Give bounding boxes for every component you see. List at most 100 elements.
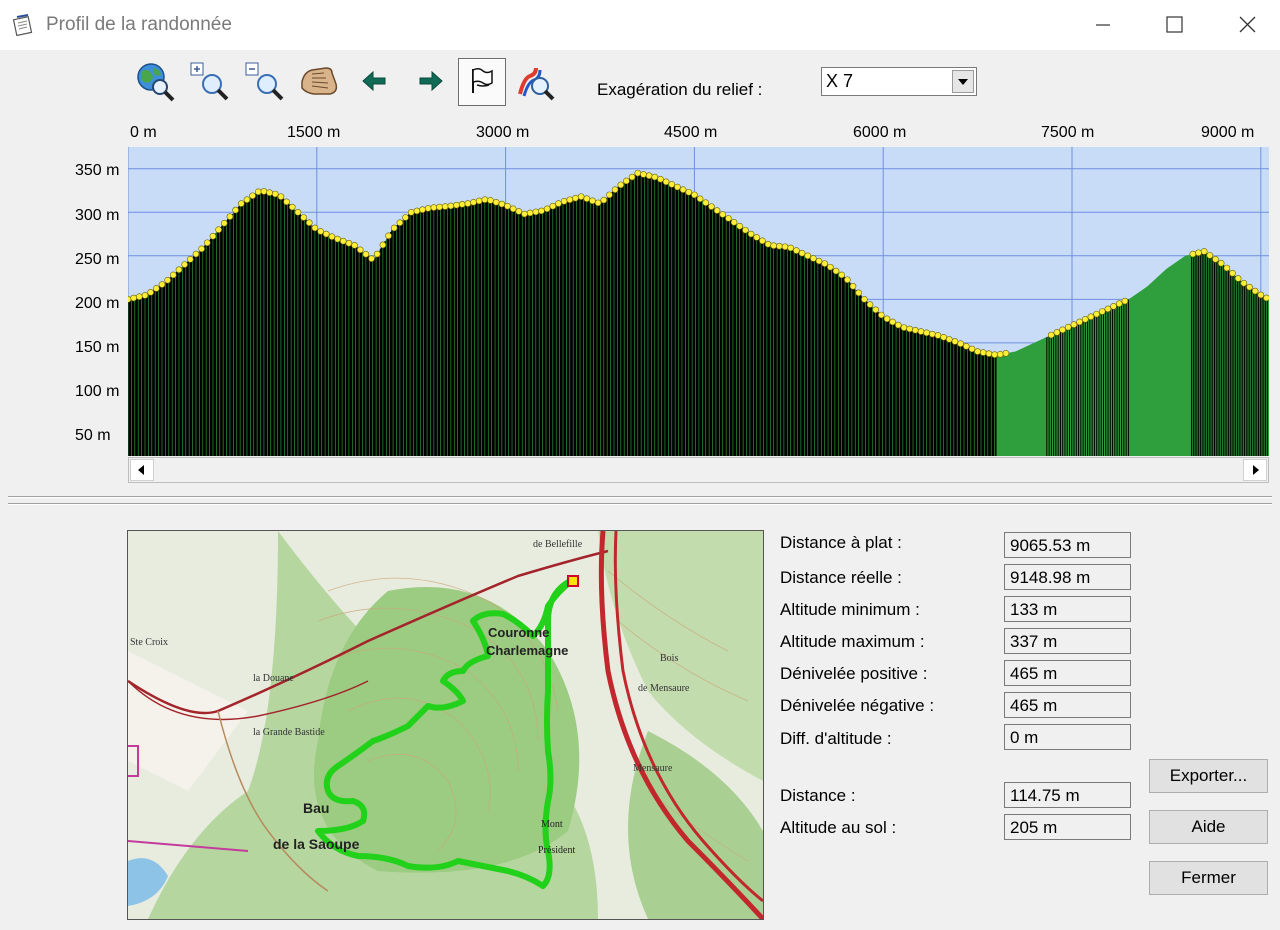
track-point xyxy=(396,219,404,227)
route-map[interactable]: Couronne Charlemagne Bau de la Saoupe Mo… xyxy=(127,530,764,920)
x-tick-label: 6000 m xyxy=(853,124,907,141)
track-point xyxy=(1240,279,1248,287)
track-point xyxy=(1251,287,1259,295)
export-button[interactable]: Exporter... xyxy=(1149,759,1268,793)
divider xyxy=(8,503,1272,505)
track-point xyxy=(260,188,268,195)
track-point xyxy=(130,294,137,302)
track-point xyxy=(1053,329,1061,336)
help-button[interactable]: Aide xyxy=(1149,810,1268,844)
stat-label: Diff. d'altitude : xyxy=(780,729,892,748)
track-point xyxy=(725,215,732,222)
track-point xyxy=(974,348,981,355)
track-point xyxy=(538,207,545,215)
zoom-out-button[interactable] xyxy=(243,60,287,104)
y-tick-label: 100 m xyxy=(75,383,120,400)
flags-toggle-button[interactable] xyxy=(458,58,506,106)
exaggeration-label: Exagération du relief : xyxy=(597,80,763,99)
close-button[interactable]: Fermer xyxy=(1149,861,1268,895)
map-label: Mont xyxy=(541,819,563,830)
track-point xyxy=(153,285,160,292)
stat-value: 133 m xyxy=(1004,596,1131,622)
track-point xyxy=(532,208,540,216)
track-point xyxy=(962,343,970,350)
globe-search-button[interactable] xyxy=(133,60,177,104)
track-point xyxy=(192,250,200,258)
map-label: Bois xyxy=(660,653,678,664)
track-point xyxy=(742,226,749,234)
track-point xyxy=(175,266,183,274)
track-point xyxy=(300,214,307,221)
next-button[interactable] xyxy=(408,60,452,104)
track-point xyxy=(453,201,460,209)
track-point xyxy=(985,350,993,357)
map-label: Ste Croix xyxy=(130,637,168,648)
profile-scrollbar[interactable] xyxy=(128,457,1269,483)
pan-hand-button[interactable] xyxy=(298,60,342,104)
track-point xyxy=(515,208,523,215)
track-point xyxy=(526,209,534,217)
stat-value: 465 m xyxy=(1004,660,1131,686)
track-point xyxy=(136,293,143,301)
map-label: de Bellefille xyxy=(533,539,583,550)
maximize-icon xyxy=(1166,16,1183,33)
track-point xyxy=(328,233,336,240)
exaggeration-select[interactable]: X 7 xyxy=(821,67,977,96)
maximize-button[interactable] xyxy=(1151,6,1197,44)
dropdown-arrow-button[interactable] xyxy=(952,70,974,93)
track-point xyxy=(668,181,676,188)
track-point xyxy=(583,195,591,203)
track-point xyxy=(838,271,845,279)
track-point xyxy=(827,263,834,271)
stat-label: Dénivelée négative : xyxy=(780,696,935,715)
scroll-right-button[interactable] xyxy=(1243,459,1267,481)
track-point xyxy=(730,218,738,226)
track-point xyxy=(713,207,721,214)
track-point xyxy=(164,276,171,284)
track-point xyxy=(1110,302,1117,310)
track-point xyxy=(509,205,517,213)
track-point xyxy=(883,315,891,323)
route-zoom-button[interactable] xyxy=(514,60,558,104)
track-point xyxy=(334,235,341,243)
map-label: la Grande Bastide xyxy=(253,727,325,738)
track-point xyxy=(1098,308,1106,315)
track-point xyxy=(872,306,879,314)
notepad-icon xyxy=(12,14,33,36)
track-point xyxy=(940,333,947,341)
track-point xyxy=(1223,264,1231,272)
track-point xyxy=(889,318,896,326)
stat-label: Distance à plat : xyxy=(780,533,902,552)
elevation-profile-chart[interactable] xyxy=(128,147,1269,456)
track-point xyxy=(611,186,619,193)
minimize-button[interactable] xyxy=(1080,6,1126,44)
track-point xyxy=(464,200,472,207)
track-point xyxy=(572,194,579,202)
track-point xyxy=(849,282,857,290)
track-point xyxy=(1002,349,1010,357)
close-window-button[interactable] xyxy=(1224,6,1270,44)
track-point xyxy=(793,247,800,254)
x-tick-label: 4500 m xyxy=(664,124,718,141)
track-point xyxy=(594,199,602,207)
track-point xyxy=(288,203,296,211)
track-point xyxy=(923,329,930,337)
track-point xyxy=(861,296,868,303)
scroll-left-button[interactable] xyxy=(130,459,154,481)
track-point xyxy=(243,196,251,203)
track-point xyxy=(1195,249,1202,257)
track-point xyxy=(311,224,319,232)
track-point xyxy=(606,191,613,199)
track-point xyxy=(498,200,506,208)
minimize-icon xyxy=(1096,24,1110,26)
previous-button[interactable] xyxy=(353,60,397,104)
track-point xyxy=(1047,331,1055,339)
track-point xyxy=(305,219,313,227)
zoom-in-button[interactable] xyxy=(188,60,232,104)
track-point xyxy=(436,203,443,211)
track-point xyxy=(356,246,364,254)
y-tick-label: 200 m xyxy=(75,295,120,312)
track-point xyxy=(441,203,449,210)
track-point xyxy=(685,188,693,196)
track-point xyxy=(979,349,987,356)
